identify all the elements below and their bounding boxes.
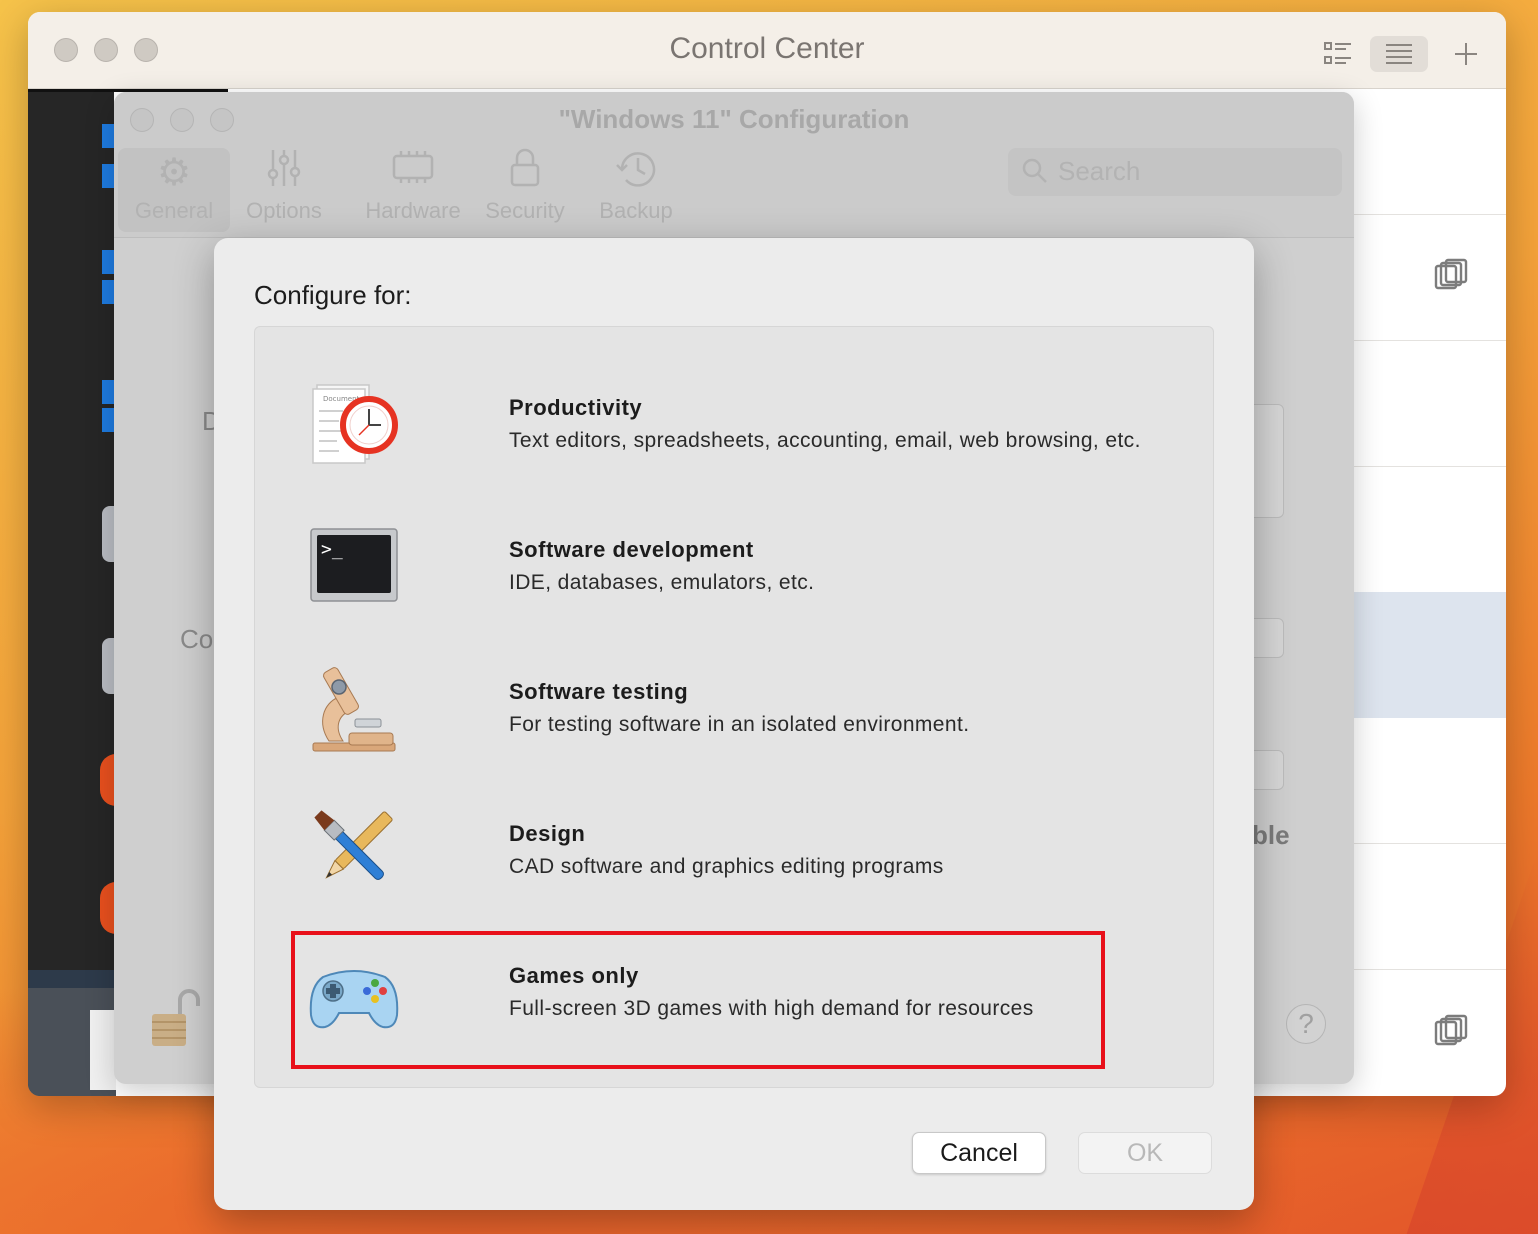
tab-label: Options: [246, 198, 322, 223]
vm-thumbnail-edge: [102, 124, 114, 148]
option-title: Software testing: [509, 679, 689, 704]
vm-thumbnail-edge: [102, 280, 114, 304]
vm-thumbnail-edge: [102, 164, 114, 188]
vm-thumbnail-edge: [102, 380, 114, 404]
plus-icon[interactable]: [1444, 36, 1488, 72]
tab-backup[interactable]: Backup: [586, 148, 686, 232]
tab-security[interactable]: Security: [476, 148, 574, 232]
tab-label: Backup: [599, 198, 673, 223]
vm-list-row[interactable]: [1354, 341, 1506, 467]
configure-for-sheet: Configure for: Document Productivity Tex…: [214, 238, 1254, 1210]
lock-icon: [476, 148, 574, 198]
option-productivity[interactable]: Document Productivity Text editors, spre…: [295, 367, 1195, 497]
search-icon: [1022, 158, 1047, 183]
cancel-button[interactable]: Cancel: [912, 1132, 1046, 1174]
search-placeholder: Search: [1058, 156, 1141, 186]
option-description: IDE, databases, emulators, etc.: [509, 571, 815, 594]
tab-label: Security: [485, 198, 565, 223]
tab-label: Hardware: [365, 198, 461, 223]
parallels-stack-icon[interactable]: [1432, 1014, 1468, 1050]
configuration-title: "Windows 11" Configuration: [558, 104, 910, 134]
vm-list-row[interactable]: [1354, 215, 1506, 341]
sheet-heading: Configure for:: [254, 280, 412, 310]
control-center-titlebar: Control Center: [28, 12, 1506, 89]
option-software-development[interactable]: >_ Software development IDE, databases, …: [295, 509, 1195, 639]
option-games-only[interactable]: Games only Full-screen 3D games with hig…: [291, 931, 1105, 1069]
sliders-icon: [228, 148, 340, 198]
option-description: Text editors, spreadsheets, accounting, …: [509, 429, 1141, 452]
option-design[interactable]: Design CAD software and graphics editing…: [295, 793, 1195, 923]
gear-icon: ⚙: [156, 152, 192, 194]
gamepad-icon: [309, 970, 399, 1029]
clock-icon: [586, 148, 686, 198]
vm-list-row[interactable]: [1354, 718, 1506, 844]
configuration-toolbar: "Windows 11" Configuration ⚙ General Opt…: [114, 92, 1354, 238]
list-view-icon[interactable]: [1316, 36, 1360, 72]
vm-list-sidebar: [28, 89, 228, 1096]
unlock-icon[interactable]: [150, 988, 202, 1048]
ok-button[interactable]: OK: [1078, 1132, 1212, 1174]
option-title: Software development: [509, 537, 754, 562]
option-description: CAD software and graphics editing progra…: [509, 855, 944, 878]
vm-thumbnail-edge: [102, 408, 114, 432]
productivity-icon: Document: [312, 384, 398, 464]
menu-icon[interactable]: [1370, 36, 1428, 72]
vm-list-row[interactable]: [1354, 844, 1506, 970]
option-description: Full-screen 3D games with high demand fo…: [509, 997, 1034, 1020]
tab-general[interactable]: ⚙ General: [118, 148, 230, 232]
option-title: Design: [509, 821, 586, 846]
microscope-icon: [312, 667, 396, 752]
vm-list-row[interactable]: [1354, 89, 1506, 215]
brush-pencil-icon: [314, 810, 393, 880]
option-software-testing[interactable]: Software testing For testing software in…: [295, 651, 1195, 781]
obscured-label: Co: [180, 624, 214, 654]
vm-list-row-selected[interactable]: [1354, 592, 1506, 718]
tab-options[interactable]: Options: [228, 148, 340, 232]
tab-label: General: [134, 198, 214, 223]
terminal-prompt: >_: [321, 539, 343, 560]
window-title: Control Center: [669, 32, 865, 65]
option-description: For testing software in an isolated envi…: [509, 713, 970, 736]
search-field[interactable]: Search: [1008, 148, 1342, 196]
vm-screenshot-thumbnail: [28, 970, 116, 1096]
parallels-stack-icon[interactable]: [1432, 258, 1468, 294]
help-button[interactable]: ?: [1286, 1004, 1326, 1044]
terminal-icon: >_: [310, 528, 398, 602]
configuration-options-list: Document Productivity Text editors, spre…: [254, 326, 1214, 1088]
option-title: Productivity: [509, 395, 643, 420]
chip-icon: [348, 148, 478, 198]
obscured-label: ble: [1252, 820, 1290, 850]
tab-hardware[interactable]: Hardware: [348, 148, 478, 232]
option-title: Games only: [509, 963, 639, 988]
vm-thumbnail-edge: [102, 250, 114, 274]
